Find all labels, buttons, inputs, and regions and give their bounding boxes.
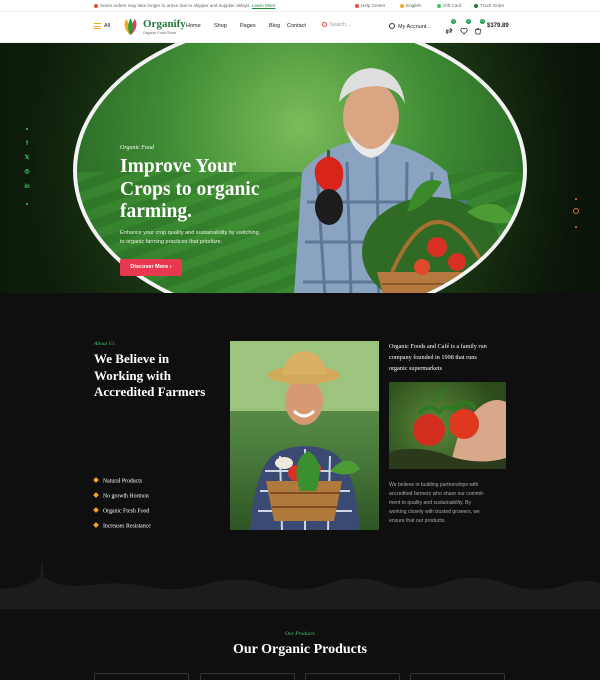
instagram-icon[interactable]: ◎ (24, 169, 30, 175)
compare-icon (445, 27, 453, 35)
divider-dot (26, 203, 28, 205)
account-menu[interactable]: My Account⌄ (389, 23, 431, 30)
feature-item: Increases Resistance (93, 522, 151, 530)
chevron-down-icon: ⌄ (187, 23, 191, 28)
chevron-down-icon: ⌄ (241, 23, 245, 28)
user-icon (389, 23, 395, 29)
hero-title: Improve Your Crops to organic farming. (120, 156, 260, 222)
logo-leaf-icon (124, 18, 137, 35)
cart-icon (475, 28, 481, 35)
nav-blog[interactable]: Blog (269, 23, 280, 29)
chevron-down-icon: ⌄ (215, 23, 219, 28)
young-farmer-image (230, 341, 379, 530)
shipping-notice: Some orders may take longer to arrive du… (94, 3, 275, 8)
slide-dot-active[interactable] (573, 208, 579, 214)
product-card[interactable] (305, 673, 400, 680)
globe-icon (400, 3, 404, 8)
product-card[interactable] (94, 673, 189, 680)
about-section: About Us We Believe in Working with Accr… (0, 293, 600, 680)
gift-card-link[interactable]: Gift Card (437, 3, 461, 8)
top-bar: Some orders may take longer to arrive du… (0, 0, 600, 12)
main-header: All Organify Organic Food Store Home ⌄ Sh… (0, 12, 600, 43)
x-icon[interactable]: 𝕏 (24, 155, 30, 161)
slide-dot[interactable] (575, 226, 577, 228)
help-center-link[interactable]: Help Center (355, 3, 386, 8)
chevron-down-icon: ⌄ (427, 24, 431, 29)
cart-total[interactable]: $379.89 (487, 23, 509, 29)
all-categories-label[interactable]: All (104, 23, 110, 29)
slide-dot[interactable] (575, 198, 577, 200)
wishlist-button[interactable]: 0 (460, 19, 471, 35)
product-card[interactable] (410, 673, 505, 680)
menu-icon[interactable] (94, 23, 101, 29)
divider-dot (26, 128, 28, 130)
young-farmer-illustration (230, 341, 379, 530)
diamond-icon (93, 522, 99, 528)
chevron-right-icon: › (169, 264, 172, 270)
nav-contact[interactable]: Contact (287, 23, 306, 29)
search-input[interactable]: Search.... (322, 22, 351, 28)
product-card[interactable] (200, 673, 295, 680)
hills-divider (0, 559, 600, 609)
feature-item: No growth Hormon (93, 492, 149, 500)
tomatoes-illustration (389, 386, 506, 469)
tomatoes-in-hands-image (389, 382, 506, 469)
hero-section: Organic Food Improve Your Crops to organ… (0, 43, 600, 293)
cart-button[interactable]: 0 (474, 19, 485, 35)
facebook-icon[interactable]: f (24, 141, 30, 147)
hero-description: Enhance your crop quality and sustainabi… (120, 230, 259, 245)
feature-item: Natural Products (93, 477, 142, 485)
linkedin-icon[interactable]: in (24, 184, 30, 190)
logo-tagline: Organic Food Store (143, 31, 177, 35)
diamond-icon (93, 492, 99, 498)
diamond-icon (93, 477, 99, 483)
products-title: Our Organic Products (232, 642, 368, 657)
search-icon (322, 22, 327, 27)
company-intro: Organic Foods and Café is a family run c… (389, 343, 487, 372)
hero-script-label: Organic Food (120, 145, 154, 151)
products-script-label: Our Products (285, 631, 315, 637)
about-script-label: About Us (94, 341, 115, 347)
discover-more-button[interactable]: Discover More › (120, 259, 182, 276)
learn-more-link[interactable]: Learn More (252, 3, 276, 8)
language-selector[interactable]: English (400, 3, 421, 8)
cart-badge: 0 (480, 19, 485, 24)
about-title: We Believe in Working with Accredited Fa… (94, 351, 206, 399)
track-order-link[interactable]: Track Order (474, 3, 504, 8)
heart-icon (460, 27, 468, 35)
compare-badge: 0 (451, 19, 456, 24)
feature-item: Organic Fresh Food (93, 507, 149, 515)
alert-dot-icon (94, 3, 98, 8)
diamond-icon (93, 507, 99, 513)
compare-button[interactable]: 0 (445, 19, 456, 35)
logo-name[interactable]: Organify (143, 18, 186, 30)
gift-icon (437, 3, 441, 8)
wishlist-badge: 0 (466, 19, 471, 24)
help-icon (355, 3, 359, 8)
partnership-text: We believe in building partnerships with… (389, 482, 485, 524)
truck-icon (474, 3, 478, 8)
